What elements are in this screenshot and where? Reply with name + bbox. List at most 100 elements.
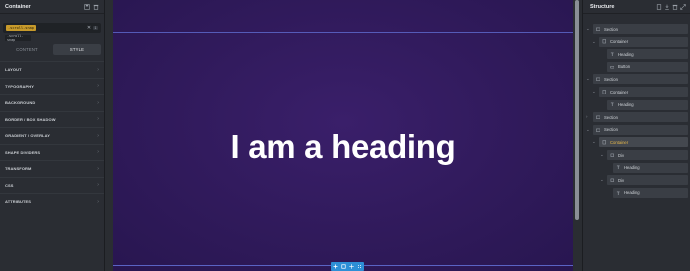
node-label: Section [604, 76, 618, 82]
heading-icon [615, 165, 621, 171]
node-label: Heading [618, 51, 634, 57]
section-label: ATTRIBUTES [5, 199, 32, 205]
button-icon [609, 64, 615, 70]
style-section-transform[interactable]: TRANSFORM › [0, 160, 104, 177]
builder-canvas-area: I am a heading [105, 0, 582, 271]
structure-node-heading[interactable]: Heading [607, 99, 688, 110]
node-label: Section [604, 127, 618, 133]
node-label: Heading [624, 165, 640, 171]
style-section-typography[interactable]: TYPOGRAPHY › [0, 77, 104, 95]
style-section-background[interactable]: BACKGROUND › [0, 94, 104, 111]
structure-node-section[interactable]: Section [593, 112, 688, 123]
chevron-right-icon: › [97, 149, 99, 156]
copy-icon[interactable] [341, 264, 347, 270]
section-label: BORDER / BOX SHADOW [5, 116, 56, 122]
remove-class-icon[interactable]: ✕ [87, 25, 91, 31]
download-icon[interactable] [664, 4, 670, 10]
section-label: SHAPE DIVIDERS [5, 149, 41, 155]
save-icon[interactable] [84, 3, 90, 10]
section-icon [595, 26, 601, 32]
chevron-down-icon[interactable]: ⌄ [600, 177, 604, 183]
chevron-right-icon[interactable]: › [586, 114, 588, 119]
style-section-gradient-overlay[interactable]: GRADIENT / OVERLAY › [0, 127, 104, 144]
copy-icon[interactable] [656, 3, 662, 10]
structure-panel: Structure ⌄ Section ⌄ Container Heading Butto… [582, 0, 690, 271]
structure-node-container[interactable]: Container [599, 137, 688, 148]
section-icon [595, 76, 601, 82]
chevron-down-icon[interactable]: ⌄ [592, 39, 596, 45]
chevron-down-icon[interactable]: ⌄ [586, 26, 590, 32]
structure-node-container[interactable]: Container [599, 87, 688, 97]
structure-node-button[interactable]: Button [607, 61, 688, 72]
canvas-gutter-left [105, 0, 113, 271]
node-label: Container [610, 139, 629, 145]
structure-node-section[interactable]: Section [593, 24, 688, 34]
structure-node-section[interactable]: Section [593, 124, 688, 135]
structure-node-div[interactable]: Div [607, 150, 688, 160]
div-icon [609, 152, 615, 158]
drag-icon[interactable] [356, 264, 362, 270]
chevron-right-icon: › [97, 116, 99, 123]
section-label: CSS [5, 182, 14, 188]
node-label: Heading [618, 102, 634, 108]
section-outline-top [113, 32, 573, 33]
section-label: BACKGROUND [5, 100, 36, 106]
structure-node-div[interactable]: Div [607, 175, 688, 186]
structure-node-heading[interactable]: Heading [613, 162, 688, 173]
node-label: Div [618, 152, 625, 158]
chevron-right-icon: › [97, 165, 99, 172]
move-icon[interactable] [348, 264, 354, 270]
panel-header: Container [0, 0, 104, 14]
chevron-down-icon[interactable]: ⌄ [592, 139, 596, 145]
class-count-badge: 1 [93, 26, 98, 30]
class-selector[interactable]: .scroll-snap ✕ 1 [3, 23, 101, 33]
chevron-down-icon[interactable]: ⌄ [592, 89, 596, 95]
node-label: Container [610, 89, 629, 95]
structure-node-heading[interactable]: Heading [613, 187, 688, 198]
section-label: TYPOGRAPHY [5, 83, 35, 89]
node-label: Section [604, 114, 618, 120]
div-icon [609, 177, 615, 183]
preview-canvas[interactable]: I am a heading [113, 0, 573, 271]
node-label: Button [618, 64, 631, 70]
delete-icon[interactable] [93, 4, 99, 10]
style-section-border-box-shadow[interactable]: BORDER / BOX SHADOW › [0, 110, 104, 128]
chevron-right-icon: › [97, 99, 99, 106]
chevron-down-icon[interactable]: ⌄ [586, 127, 590, 133]
style-section-css[interactable]: CSS › [0, 176, 104, 194]
add-icon[interactable] [333, 264, 339, 270]
section-label: TRANSFORM [5, 166, 32, 172]
structure-node-section[interactable]: Section [593, 74, 688, 85]
style-section-layout[interactable]: LAYOUT › [0, 61, 104, 78]
container-icon [601, 89, 607, 95]
section-icon [595, 114, 601, 120]
canvas-scrollbar[interactable] [573, 0, 582, 271]
canvas-heading[interactable]: I am a heading [113, 128, 573, 166]
expand-icon[interactable] [680, 3, 686, 10]
scrollbar-thumb[interactable] [575, 0, 579, 220]
section-icon [595, 127, 601, 133]
node-label: Div [618, 177, 625, 183]
chevron-right-icon: › [97, 83, 99, 90]
heading-icon [609, 51, 615, 57]
style-section-attributes[interactable]: ATTRIBUTES › [0, 193, 104, 210]
chevron-down-icon[interactable]: ⌄ [600, 152, 604, 158]
tab-style[interactable]: STYLE [53, 44, 101, 55]
class-chip[interactable]: .scroll-snap [6, 25, 36, 31]
structure-node-heading[interactable]: Heading [607, 49, 688, 60]
chevron-right-icon: › [97, 182, 99, 189]
node-label: Heading [624, 190, 640, 196]
style-section-shape-dividers[interactable]: SHAPE DIVIDERS › [0, 143, 104, 161]
delete-icon[interactable] [672, 4, 678, 10]
container-icon [601, 39, 607, 45]
chevron-down-icon[interactable]: ⌄ [586, 76, 590, 82]
class-suggestion[interactable]: .scroll-snap [5, 34, 31, 42]
section-label: GRADIENT / OVERLAY [5, 133, 50, 139]
style-sections: LAYOUT › TYPOGRAPHY › BACKGROUND › BORDER / BO… [0, 61, 104, 210]
chevron-right-icon: › [97, 66, 99, 73]
chevron-right-icon: › [97, 198, 99, 205]
structure-node-container[interactable]: Container [599, 36, 688, 47]
tab-content[interactable]: CONTENT [3, 44, 51, 55]
heading-icon [615, 190, 621, 196]
node-label: Container [610, 39, 629, 45]
